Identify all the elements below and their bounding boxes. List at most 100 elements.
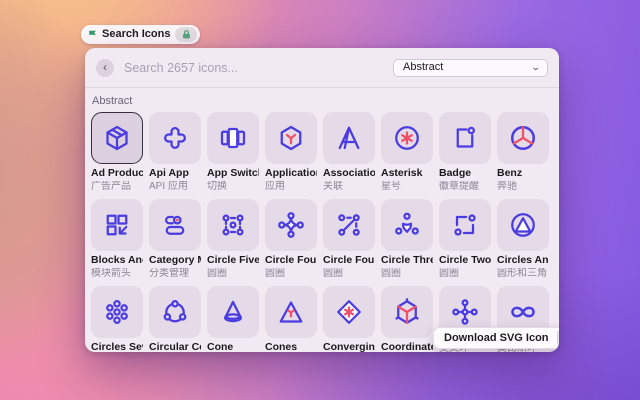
icon-label-en: Category M... [149, 254, 201, 266]
action-key-badge: >_ [556, 330, 559, 346]
desktop-background: { "window_badge": { "label": "Search Ico… [0, 0, 640, 400]
icon-cell-blocks-and-arrows: Blocks And... 模块箭头 [91, 199, 143, 280]
category-dropdown[interactable]: Abstract ⌄ [393, 58, 548, 77]
icon-label-en: Ad Product [91, 167, 143, 179]
icon-tile-circle-five-line[interactable] [207, 199, 259, 251]
cones-icon [279, 301, 303, 323]
icon-label-en: Circular Con... [149, 341, 201, 352]
icon-label-en: Circle Three [381, 254, 433, 266]
chevron-down-icon: ⌄ [530, 62, 542, 72]
icon-label-zh: 应用 [265, 181, 285, 192]
icon-tile-badge[interactable] [439, 112, 491, 164]
icon-tile-circle-four-line[interactable] [323, 199, 375, 251]
icon-grid: Ad Product 广告产品 Api App API 应用 App Switch 切换 A… [91, 112, 549, 352]
circle-five-line-icon [222, 214, 244, 236]
icon-cell-circles-and-triangles: Circles And... 圆形和三角 [497, 199, 549, 280]
back-button[interactable]: ‹ [96, 58, 114, 77]
icon-label-zh: 奔驰 [497, 181, 517, 192]
icon-cell-circles-seven: Circles Seven圆圈 [91, 286, 143, 352]
circles-seven-icon [106, 300, 128, 324]
icon-cell-asterisk: Asterisk 星号 [381, 112, 433, 193]
icon-tile-cone[interactable] [207, 286, 259, 338]
converging-gateway-icon [337, 300, 361, 324]
cross-ring-icon [452, 299, 478, 325]
icon-label-en: Circles Seven [91, 341, 143, 352]
icon-label-zh: API 应用 [149, 181, 188, 192]
icon-label-zh: 圆圈 [381, 268, 401, 279]
icon-label-en: Api App [149, 167, 189, 179]
icon-label-en: Circle Two L... [439, 254, 491, 266]
icon-tile-blocks-and-arrows[interactable] [91, 199, 143, 251]
icon-search-window: ‹ Abstract ⌄ Abstract Ad Product 广告产品 Api … [85, 48, 559, 352]
category-management-icon [165, 215, 185, 235]
icon-label-en: Cones [265, 341, 298, 352]
category-dropdown-value: Abstract [403, 61, 444, 73]
benz-icon [510, 125, 536, 151]
icon-label-zh: 圆圈 [207, 268, 227, 279]
lock-pill [175, 27, 198, 42]
circular-connection-icon [163, 300, 187, 323]
icon-tile-asterisk[interactable] [381, 112, 433, 164]
icon-tile-circles-and-triangles[interactable] [497, 199, 549, 251]
download-svg-label: Download SVG Icon [444, 331, 549, 344]
icon-label-zh: 圆圈 [265, 268, 285, 279]
icon-label-en: Circle Four [265, 254, 317, 266]
icon-tile-application[interactable] [265, 112, 317, 164]
badge-icon [456, 126, 475, 148]
lock-icon [183, 30, 190, 39]
icon-tile-circles-seven[interactable] [91, 286, 143, 338]
icon-cell-circle-four-line: Circle Four... 圆圈 [323, 199, 375, 280]
asterisk-icon [395, 126, 419, 150]
circle-four-icon [278, 212, 304, 238]
icon-tile-app-switch[interactable] [207, 112, 259, 164]
icon-tile-coordinate-system[interactable] [381, 286, 433, 338]
icon-label-en: Circle Four... [323, 254, 375, 266]
icon-cell-circle-four: Circle Four 圆圈 [265, 199, 317, 280]
section-title: Abstract [92, 95, 133, 107]
download-svg-action[interactable]: Download SVG Icon >_ [433, 327, 559, 349]
icon-cell-badge: Badge 徽章提醒 [439, 112, 491, 193]
icon-cell-circle-five-line: Circle Five L... 圆圈 [207, 199, 259, 280]
icon-tile-circle-two-line[interactable] [439, 199, 491, 251]
icon-label-en: Coordinate... [381, 341, 433, 352]
icon-label-en: Application... [265, 167, 317, 179]
icon-tile-category-management[interactable] [149, 199, 201, 251]
icon-tile-association[interactable] [323, 112, 375, 164]
circle-four-line-icon [338, 214, 360, 236]
icon-tile-benz[interactable] [497, 112, 549, 164]
icon-label-zh: 切换 [207, 181, 227, 192]
icon-cell-cone: Cone圆锥 [207, 286, 259, 352]
search-icons-command-badge[interactable]: Search Icons [81, 25, 201, 44]
icon-label-en: App Switch [207, 167, 259, 179]
icon-label-zh: 关联 [323, 181, 343, 192]
circle-two-line-icon [454, 214, 476, 236]
icon-tile-circle-four[interactable] [265, 199, 317, 251]
icon-cell-application: Application... 应用 [265, 112, 317, 193]
icon-tile-cones[interactable] [265, 286, 317, 338]
icon-tile-converging-gateway[interactable] [323, 286, 375, 338]
icon-label-en: Blocks And... [91, 254, 143, 266]
icon-label-en: Converging... [323, 341, 375, 352]
flag-icon [89, 30, 96, 39]
icon-cell-circle-two-line: Circle Two L... 圆圈 [439, 199, 491, 280]
coordinate-system-icon [395, 298, 419, 324]
icon-label-en: Circle Five L... [207, 254, 259, 266]
icon-label-en: Asterisk [381, 167, 423, 179]
icon-tile-api-app[interactable] [149, 112, 201, 164]
circles-and-triangles-icon [511, 213, 535, 237]
search-input[interactable] [124, 60, 393, 75]
icon-cell-ad-product: Ad Product 广告产品 [91, 112, 143, 193]
icon-tile-circular-connection[interactable] [149, 286, 201, 338]
icon-label-en: Benz [497, 167, 523, 179]
icon-cell-circular-connection: Circular Con...圆形连接 [149, 286, 201, 352]
association-icon [338, 126, 360, 150]
command-badge-label: Search Icons [102, 28, 171, 40]
results-area: Abstract Ad Product 广告产品 Api App API 应用 App … [85, 88, 559, 352]
icon-cell-app-switch: App Switch 切换 [207, 112, 259, 193]
blocks-and-arrows-icon [106, 214, 128, 236]
icon-tile-circle-three[interactable] [381, 199, 433, 251]
search-header: ‹ Abstract ⌄ [85, 48, 559, 88]
icon-label-zh: 圆形和三角 [497, 268, 547, 279]
mobius-ring-icon [511, 306, 535, 318]
icon-tile-ad-product[interactable] [91, 112, 143, 164]
